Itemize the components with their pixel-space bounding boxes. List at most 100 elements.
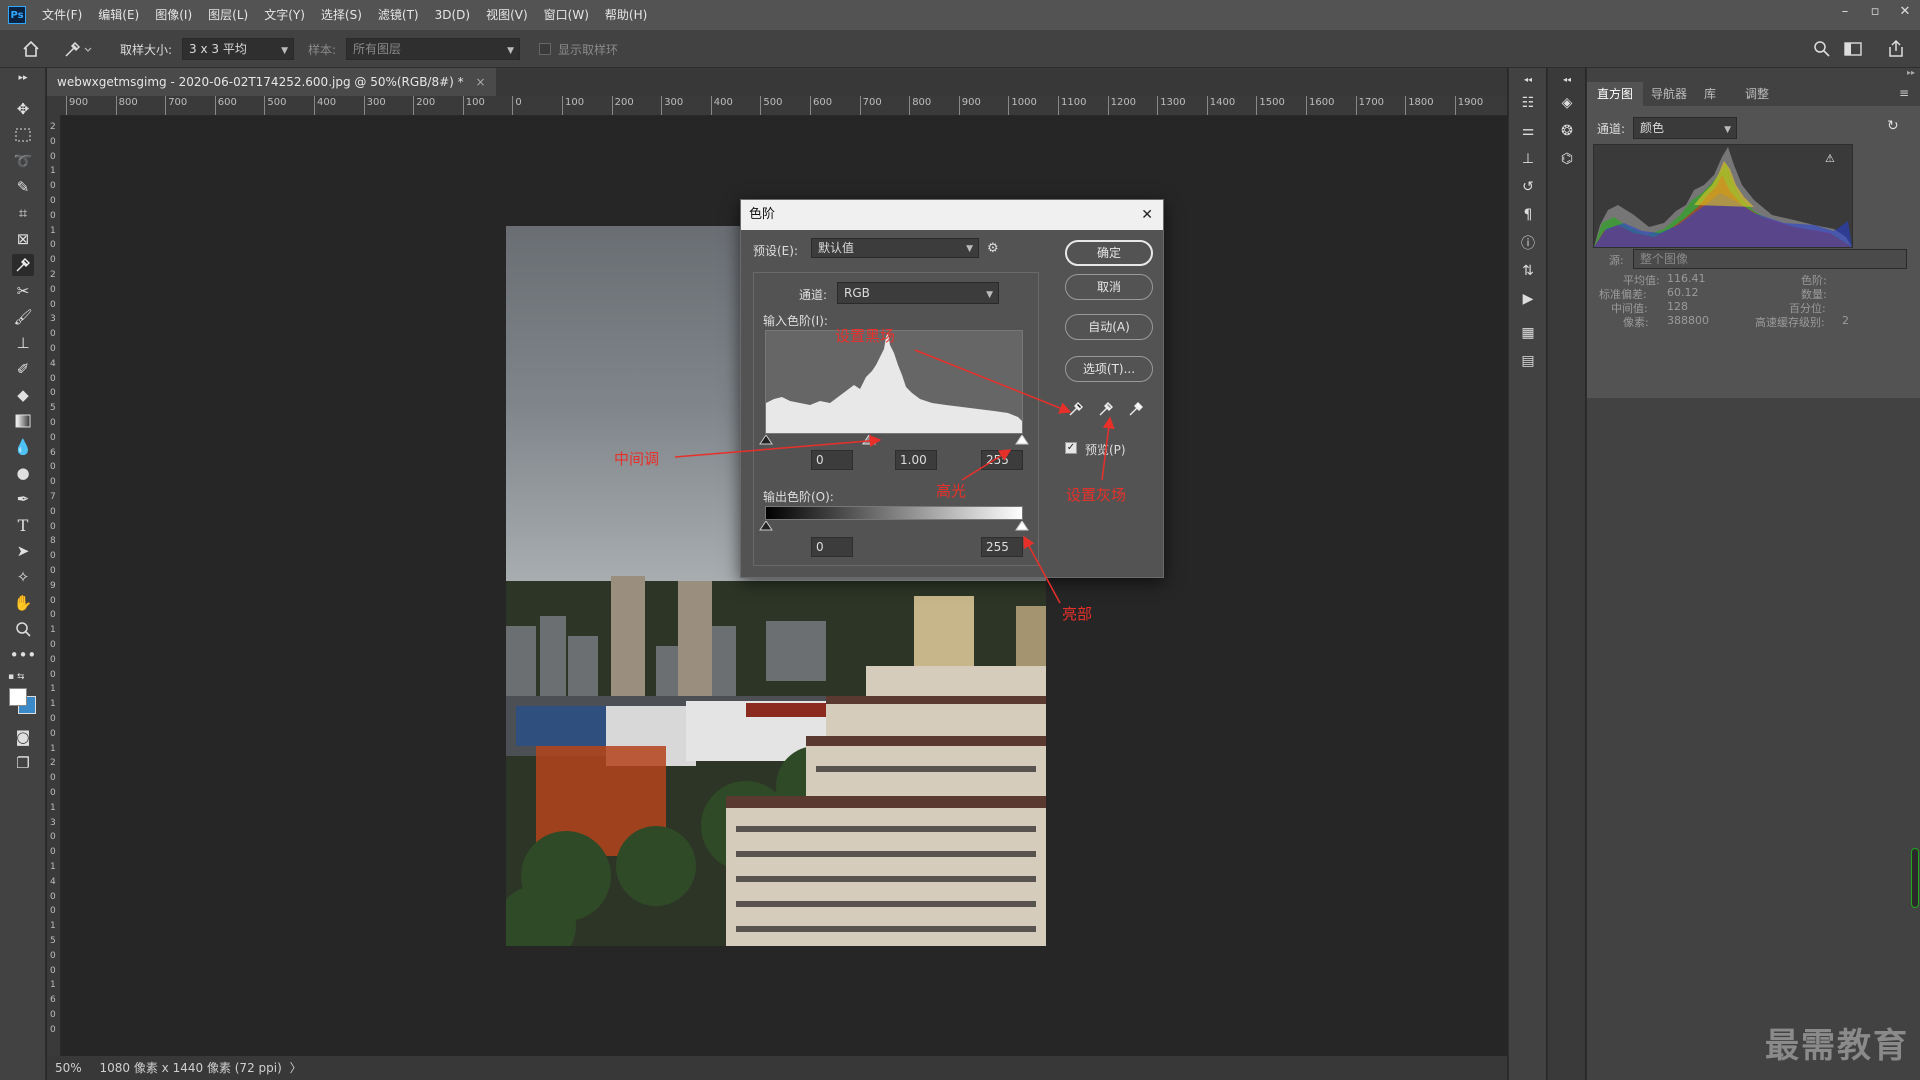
search-icon[interactable] <box>1812 39 1832 59</box>
brush-tool-icon[interactable]: 🖌 <box>12 306 34 328</box>
history-brush-tool-icon[interactable]: ✐ <box>12 358 34 380</box>
workspace-icon[interactable] <box>1842 39 1864 59</box>
zoom-level[interactable]: 50% <box>55 1061 82 1075</box>
input-black-field[interactable]: 0 <box>811 450 853 470</box>
tab-histogram[interactable]: 直方图 <box>1597 82 1633 106</box>
sample-size-select[interactable]: 3 x 3 平均 ▼ <box>182 38 294 60</box>
refresh-icon[interactable]: ↻ <box>1887 118 1899 134</box>
minimize-button[interactable]: – <box>1830 0 1860 22</box>
type-tool-icon[interactable]: T <box>12 514 34 536</box>
show-ring-checkbox[interactable] <box>539 43 551 55</box>
black-eyedropper-icon[interactable] <box>1067 400 1085 418</box>
menu-select[interactable]: 选择(S) <box>313 0 370 30</box>
input-white-field[interactable]: 255 <box>981 450 1023 470</box>
zoom-tool-icon[interactable] <box>12 618 34 640</box>
screen-mode-icon[interactable]: ❐ <box>12 752 34 774</box>
more-tools-icon[interactable]: ••• <box>10 644 37 666</box>
clone-source-icon[interactable]: ⊥ <box>1517 148 1539 170</box>
gradient-tool-icon[interactable] <box>12 410 34 432</box>
path-select-tool-icon[interactable]: ➤ <box>12 540 34 562</box>
share-icon[interactable] <box>1885 38 1907 60</box>
healing-brush-tool-icon[interactable]: ✂ <box>12 280 34 302</box>
lasso-tool-icon[interactable]: ➰ <box>12 150 34 172</box>
tab-adjustments[interactable]: 调整 <box>1745 82 1769 106</box>
quick-mask-icon[interactable]: ◙ <box>12 726 34 748</box>
layers-icon[interactable]: ◈ <box>1556 92 1578 114</box>
input-white-slider[interactable] <box>1015 434 1029 445</box>
preset-select[interactable]: 默认值 ▼ <box>811 238 979 258</box>
ok-button[interactable]: 确定 <box>1065 240 1153 266</box>
output-black-field[interactable]: 0 <box>811 537 853 557</box>
preview-checkbox[interactable]: ✓ <box>1065 442 1077 454</box>
auto-button[interactable]: 自动(A) <box>1065 314 1153 340</box>
preset-options-gear-icon[interactable]: ⚙ <box>987 241 999 256</box>
menu-view[interactable]: 视图(V) <box>478 0 536 30</box>
scrollbar[interactable] <box>1911 848 1919 908</box>
character-icon[interactable]: ¶ <box>1517 204 1539 226</box>
output-black-slider[interactable] <box>759 520 773 531</box>
frame-tool-icon[interactable]: ⊠ <box>12 228 34 250</box>
menu-layer[interactable]: 图层(L) <box>200 0 256 30</box>
history-icon[interactable]: ↺ <box>1517 176 1539 198</box>
collapse-icon[interactable]: ◂◂ <box>1556 74 1578 84</box>
hand-tool-icon[interactable]: ✋ <box>12 592 34 614</box>
options-button[interactable]: 选项(T)... <box>1065 356 1153 382</box>
close-tab-icon[interactable]: × <box>475 75 485 89</box>
dialog-titlebar[interactable]: 色阶 ✕ <box>741 200 1163 230</box>
menu-help[interactable]: 帮助(H) <box>597 0 655 30</box>
move-tool-icon[interactable]: ✥ <box>12 98 34 120</box>
blur-tool-icon[interactable]: 💧 <box>12 436 34 458</box>
eyedropper-tool-preset-icon[interactable] <box>62 38 94 60</box>
input-mid-slider[interactable] <box>862 434 876 445</box>
clone-stamp-tool-icon[interactable]: ⊥ <box>12 332 34 354</box>
menu-edit[interactable]: 编辑(E) <box>90 0 147 30</box>
brush-settings-icon[interactable]: ☷ <box>1517 92 1539 114</box>
layer-comps-icon[interactable]: ▦ <box>1517 322 1539 344</box>
shape-tool-icon[interactable]: ✧ <box>12 566 34 588</box>
paths-panel-icon[interactable]: ⌬ <box>1556 148 1578 170</box>
pen-tool-icon[interactable]: ✒ <box>12 488 34 510</box>
close-window-button[interactable]: ✕ <box>1890 0 1920 22</box>
menu-filter[interactable]: 滤镜(T) <box>370 0 427 30</box>
paths-icon[interactable]: ⇅ <box>1517 260 1539 282</box>
collapse-icon[interactable]: ▸▸ <box>12 72 34 84</box>
home-icon[interactable] <box>20 38 42 60</box>
panel-menu-icon[interactable]: ≡ <box>1899 86 1909 100</box>
notes-icon[interactable]: ▤ <box>1517 350 1539 372</box>
warning-icon[interactable]: ⚠ <box>1825 152 1837 165</box>
restore-button[interactable]: ▫ <box>1860 0 1890 22</box>
channel-select[interactable]: 颜色 ▼ <box>1633 117 1737 139</box>
tab-libraries[interactable]: 库 <box>1704 82 1716 106</box>
white-eyedropper-icon[interactable] <box>1127 400 1145 418</box>
foreground-color-swatch[interactable] <box>9 688 27 706</box>
info-icon[interactable]: ⓘ <box>1517 232 1539 254</box>
channels-icon[interactable]: ❂ <box>1556 120 1578 142</box>
output-white-field[interactable]: 255 <box>981 537 1023 557</box>
marquee-tool-icon[interactable] <box>12 124 34 146</box>
input-mid-field[interactable]: 1.00 <box>895 450 937 470</box>
output-white-slider[interactable] <box>1015 520 1029 531</box>
channel-select[interactable]: RGB ▼ <box>837 282 999 304</box>
eraser-tool-icon[interactable]: ◆ <box>12 384 34 406</box>
close-icon[interactable]: ✕ <box>1141 200 1153 230</box>
input-black-slider[interactable] <box>759 434 773 445</box>
menu-image[interactable]: 图像(I) <box>147 0 200 30</box>
source-select[interactable]: 整个图像 <box>1633 249 1907 269</box>
eyedropper-tool-icon[interactable] <box>12 254 34 276</box>
properties-icon[interactable]: ⚌ <box>1517 120 1539 142</box>
dodge-tool-icon[interactable]: ● <box>12 462 34 484</box>
status-menu-icon[interactable]: 〉 <box>290 1061 302 1075</box>
menu-file[interactable]: 文件(F) <box>34 0 90 30</box>
gray-eyedropper-icon[interactable] <box>1097 400 1115 418</box>
tab-navigator[interactable]: 导航器 <box>1651 82 1687 106</box>
menu-type[interactable]: 文字(Y) <box>256 0 313 30</box>
document-tab[interactable]: webwxgetmsgimg - 2020-06-02T174252.600.j… <box>47 68 496 96</box>
quick-select-tool-icon[interactable]: ✎ <box>12 176 34 198</box>
sample-select[interactable]: 所有图层 ▼ <box>346 38 520 60</box>
actions-play-icon[interactable]: ▶ <box>1517 288 1539 310</box>
expand-icon[interactable]: ▸▸ <box>1587 68 1920 82</box>
menu-3d[interactable]: 3D(D) <box>427 0 478 30</box>
cancel-button[interactable]: 取消 <box>1065 274 1153 300</box>
menu-window[interactable]: 窗口(W) <box>536 0 597 30</box>
swap-colors-icon[interactable]: ▪ ⇆ <box>8 672 38 684</box>
